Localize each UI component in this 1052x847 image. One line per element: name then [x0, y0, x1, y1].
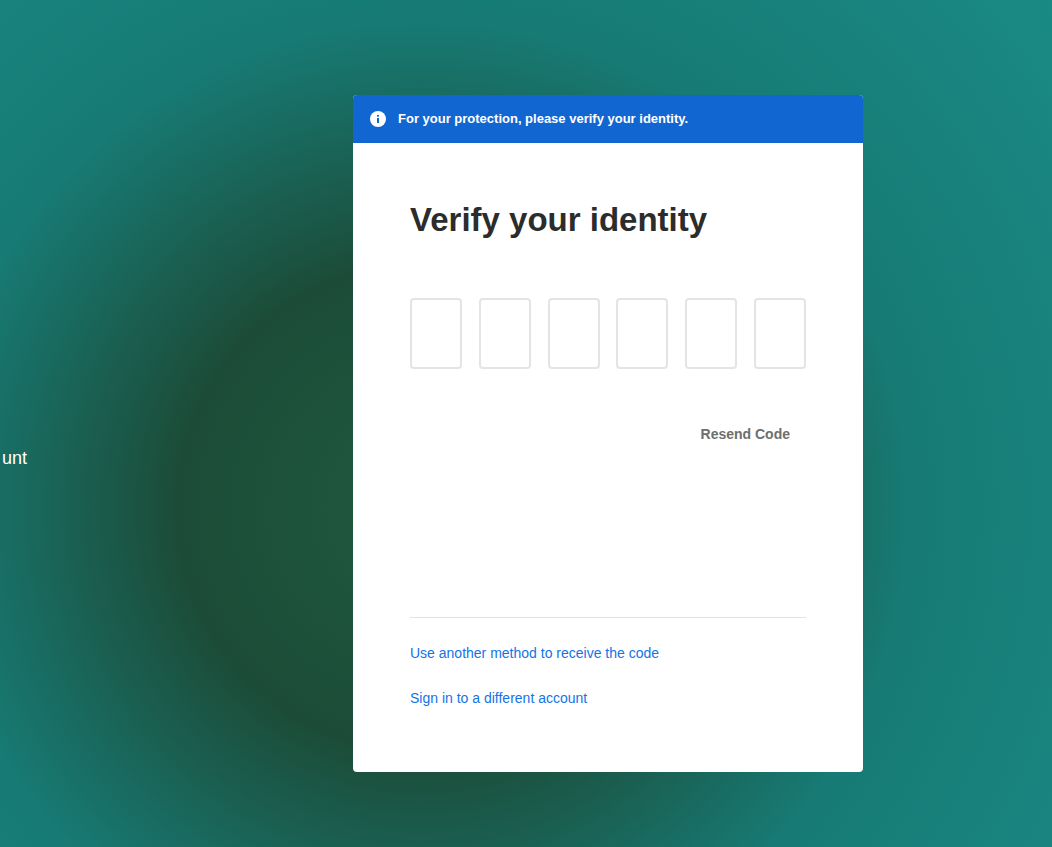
page: unt For your protection, please verify yo… — [0, 0, 1052, 847]
link[interactable]: Sign in to a different account — [410, 688, 806, 708]
banner-text: For your protection, please verify your … — [398, 109, 688, 129]
divider — [410, 617, 806, 618]
info-icon — [370, 111, 386, 127]
card-body: Verify your identity Resend Code Use anoth… — [353, 143, 863, 708]
resend-code-button[interactable]: Resend Code — [701, 425, 790, 443]
code-box[interactable] — [616, 298, 668, 369]
code-box[interactable] — [685, 298, 737, 369]
code-box[interactable] — [410, 298, 462, 369]
link[interactable]: Use another method to receive the code — [410, 643, 806, 663]
verify-card: For your protection, please verify your … — [353, 95, 863, 772]
side-text: unt — [0, 447, 353, 469]
side-area: unt — [0, 0, 353, 847]
links: Use another method to receive the code Si… — [410, 643, 806, 708]
code-box[interactable] — [479, 298, 531, 369]
code-box[interactable] — [548, 298, 600, 369]
resend-row: Resend Code — [410, 425, 806, 443]
protection-banner: For your protection, please verify your … — [353, 95, 863, 143]
code-box[interactable] — [754, 298, 806, 369]
heading: Verify your identity — [410, 200, 806, 240]
code-inputs — [410, 298, 806, 369]
